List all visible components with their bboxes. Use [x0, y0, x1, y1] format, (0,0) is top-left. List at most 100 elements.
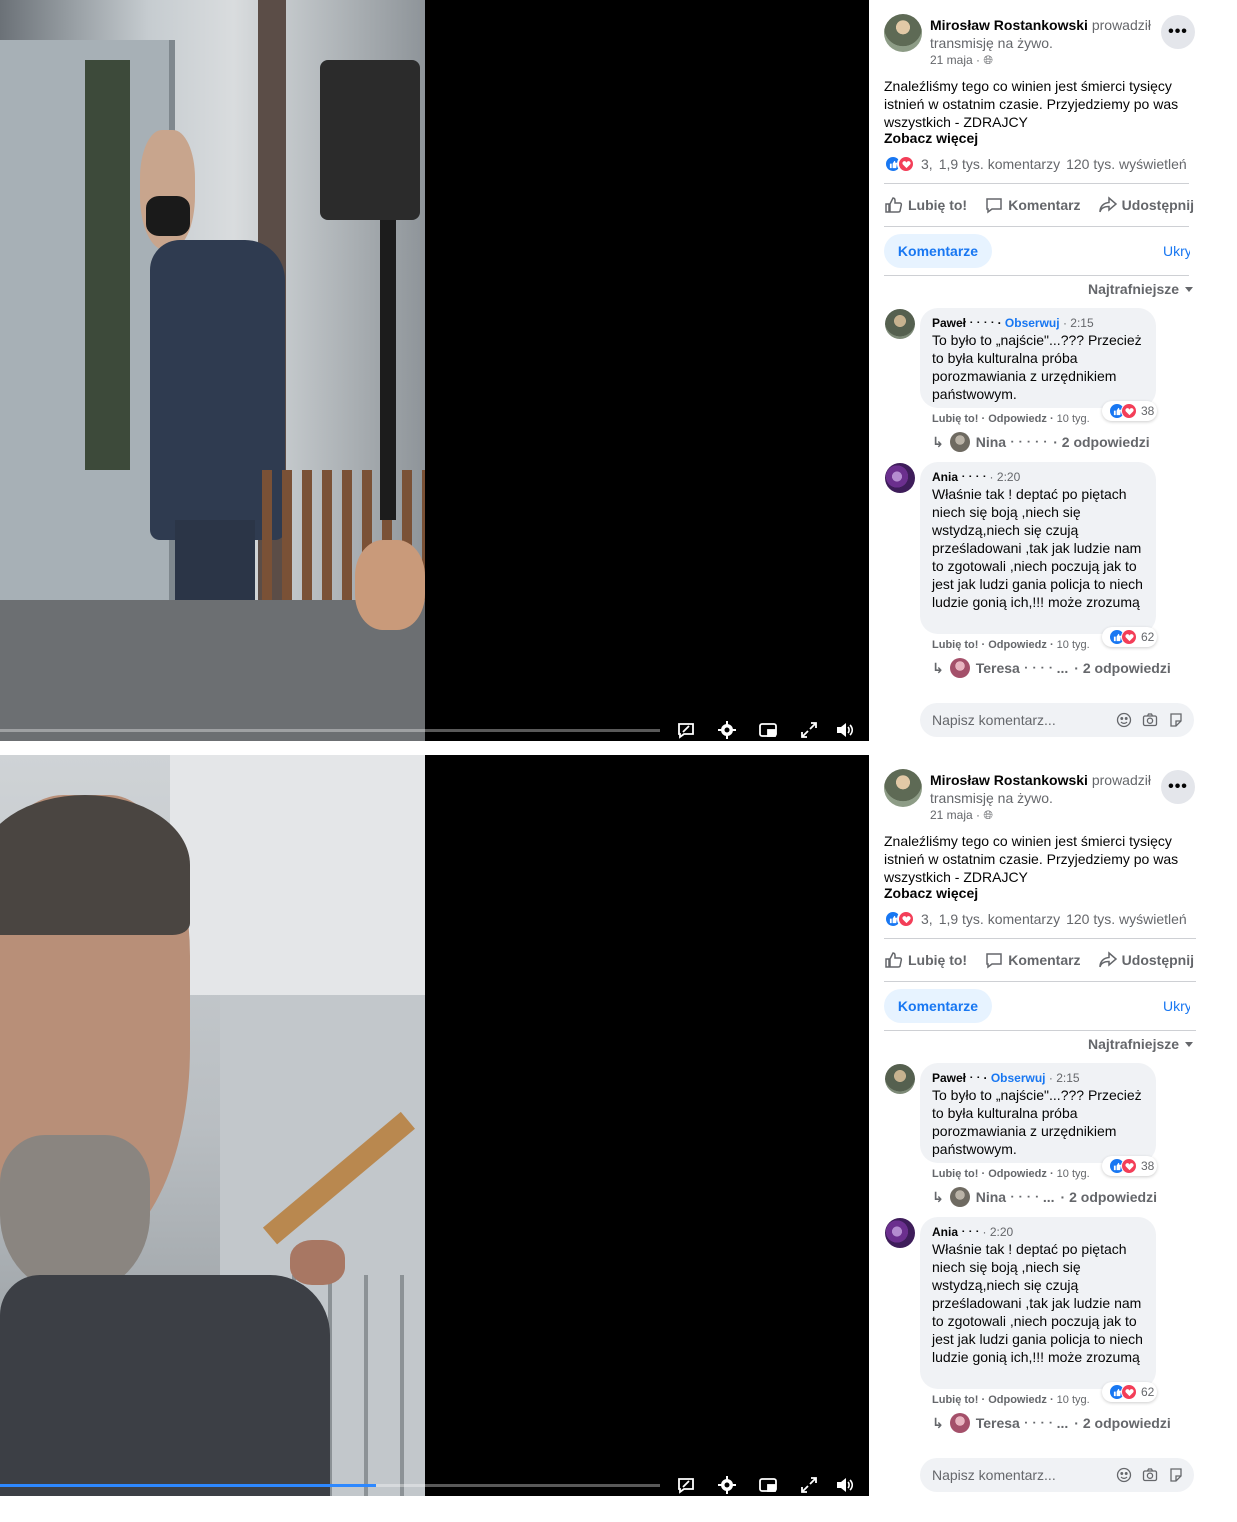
reactions-count[interactable]: 3, [921, 156, 933, 172]
post-actions: Lubię to! Komentarz Udostępnij [884, 191, 1194, 219]
comment-author[interactable]: Ania ᐧ ᐧ ᐧ ᐧ [932, 470, 986, 484]
more-options-button[interactable]: ••• [1161, 15, 1195, 49]
video-person-beard [0, 1135, 150, 1295]
replies-count: 2 odpowiedzi [1069, 1189, 1157, 1205]
comment-time[interactable]: 2:15 [1070, 316, 1093, 330]
fullscreen-icon[interactable] [797, 1473, 821, 1496]
comment-reaction-count: 38 [1141, 1159, 1155, 1173]
comment-ago[interactable]: 10 tyg. [1057, 1168, 1090, 1180]
comment-composer [920, 1458, 1194, 1492]
comment-time[interactable]: 2:20 [997, 470, 1020, 484]
comment-input[interactable] [920, 1458, 1110, 1492]
reply-author: Nina ᐧ ᐧ ᐧ ᐧ ... [975, 1188, 1055, 1205]
video-progress-bar[interactable] [0, 729, 660, 732]
sticker-icon[interactable] [1168, 712, 1184, 728]
camera-icon[interactable] [1142, 712, 1158, 728]
captions-icon[interactable] [674, 718, 698, 741]
divider [884, 938, 1196, 939]
author-name[interactable]: Mirosław Rostankowski [930, 772, 1088, 788]
commenter-avatar[interactable] [885, 309, 915, 339]
see-more-link[interactable]: Zobacz więcej [884, 130, 978, 146]
sticker-icon[interactable] [1168, 1467, 1184, 1483]
comment-ago[interactable]: 10 tyg. [1057, 1394, 1090, 1406]
comments-count[interactable]: 1,9 tys. komentarzy [939, 156, 1060, 172]
comment-reactions[interactable]: 38 [1102, 401, 1158, 421]
comment-header: Ania ᐧ ᐧ ᐧ ᐧ · 2:20 [932, 470, 1021, 484]
settings-gear-icon[interactable] [715, 1473, 739, 1496]
view-replies-link[interactable]: ↳ Teresa ᐧ ᐧ ᐧ ᐧ ... · 2 odpowiedzi [932, 658, 1171, 678]
video-frame[interactable] [0, 0, 425, 741]
follow-link[interactable]: Obserwuj [1005, 316, 1060, 330]
miniplayer-icon[interactable] [756, 718, 780, 741]
comment-reply-link[interactable]: Odpowiedz [988, 1394, 1047, 1406]
see-more-link[interactable]: Zobacz więcej [884, 885, 978, 901]
author-avatar[interactable] [884, 14, 922, 52]
post-date[interactable]: 21 maja · 🌐︎ [930, 53, 993, 68]
comment-like-link[interactable]: Lubię to! [932, 639, 978, 651]
comment-author[interactable]: Ania ᐧ ᐧ ᐧ [932, 1225, 979, 1239]
volume-icon[interactable] [832, 1473, 856, 1496]
comment-like-link[interactable]: Lubię to! [932, 1168, 978, 1180]
divider [884, 1030, 1196, 1031]
sort-dropdown[interactable]: Najtrafniejsze [1088, 281, 1194, 297]
commenter-avatar[interactable] [885, 463, 915, 493]
globe-icon: 🌐︎ [983, 808, 993, 822]
share-button[interactable]: Udostępnij [1098, 191, 1194, 219]
more-options-button[interactable]: ••• [1161, 770, 1195, 804]
tab-comments[interactable]: Komentarze [884, 234, 992, 268]
video-progress-fill [0, 1484, 377, 1487]
author-avatar[interactable] [884, 769, 922, 807]
video-player[interactable] [0, 0, 869, 741]
author-name[interactable]: Mirosław Rostankowski [930, 17, 1088, 33]
view-replies-link[interactable]: ↳ Teresa ᐧ ᐧ ᐧ ᐧ ... · 2 odpowiedzi [932, 1413, 1171, 1433]
emoji-icon[interactable] [1116, 712, 1132, 728]
comment-button[interactable]: Komentarz [984, 946, 1081, 974]
like-button[interactable]: Lubię to! [884, 191, 967, 219]
view-replies-link[interactable]: ↳ Nina ᐧ ᐧ ᐧ ᐧ ᐧ · 2 odpowiedzi [932, 432, 1150, 452]
camera-icon[interactable] [1142, 1467, 1158, 1483]
comment-reply-link[interactable]: Odpowiedz [988, 1168, 1047, 1180]
settings-gear-icon[interactable] [715, 718, 739, 741]
comment-author[interactable]: Paweł ᐧ ᐧ ᐧ ᐧ [932, 316, 994, 330]
comment-ago[interactable]: 10 tyg. [1057, 413, 1090, 425]
commenter-avatar[interactable] [885, 1218, 915, 1248]
fullscreen-icon[interactable] [797, 718, 821, 741]
volume-icon[interactable] [832, 718, 856, 741]
emoji-icon[interactable] [1116, 1467, 1132, 1483]
comment-time[interactable]: 2:15 [1056, 1071, 1079, 1085]
video-player[interactable] [0, 755, 869, 1496]
comment-reactions[interactable]: 38 [1102, 1156, 1158, 1176]
hide-comments-link[interactable]: Ukryj [1163, 998, 1190, 1014]
video-person-hair [0, 795, 190, 935]
sort-dropdown[interactable]: Najtrafniejsze [1088, 1036, 1194, 1052]
video-frame[interactable] [0, 755, 425, 1496]
like-button[interactable]: Lubię to! [884, 946, 967, 974]
commenter-avatar[interactable] [885, 1064, 915, 1094]
post-date[interactable]: 21 maja · 🌐︎ [930, 808, 993, 823]
comment-reply-link[interactable]: Odpowiedz [988, 413, 1047, 425]
captions-icon[interactable] [674, 1473, 698, 1496]
view-replies-link[interactable]: ↳ Nina ᐧ ᐧ ᐧ ᐧ ... · 2 odpowiedzi [932, 1187, 1157, 1207]
video-person-mask [146, 196, 190, 236]
reply-author: Teresa ᐧ ᐧ ᐧ ᐧ ... [975, 1414, 1069, 1431]
comment-like-link[interactable]: Lubię to! [932, 1394, 978, 1406]
video-progress-bar[interactable] [0, 1484, 660, 1487]
comment-ago[interactable]: 10 tyg. [1057, 639, 1090, 651]
comments-count[interactable]: 1,9 tys. komentarzy [939, 911, 1060, 927]
comment-button[interactable]: Komentarz [984, 191, 1081, 219]
share-button[interactable]: Udostępnij [1098, 946, 1194, 974]
follow-link[interactable]: Obserwuj [991, 1071, 1046, 1085]
comment-reactions[interactable]: 62 [1102, 627, 1158, 647]
tab-comments[interactable]: Komentarze [884, 989, 992, 1023]
comment-meta: Lubię to! · Odpowiedz · 10 tyg. [932, 1394, 1090, 1406]
comment-input[interactable] [920, 703, 1110, 737]
reactions-count[interactable]: 3, [921, 911, 933, 927]
comment-like-link[interactable]: Lubię to! [932, 413, 978, 425]
comment-reply-link[interactable]: Odpowiedz [988, 639, 1047, 651]
miniplayer-icon[interactable] [756, 1473, 780, 1496]
hide-comments-link[interactable]: Ukryj [1163, 243, 1190, 259]
comment-author[interactable]: Paweł ᐧ ᐧ [932, 1071, 980, 1085]
video-hand [290, 1240, 345, 1285]
comment-reactions[interactable]: 62 [1102, 1382, 1158, 1402]
comment-time[interactable]: 2:20 [990, 1225, 1013, 1239]
